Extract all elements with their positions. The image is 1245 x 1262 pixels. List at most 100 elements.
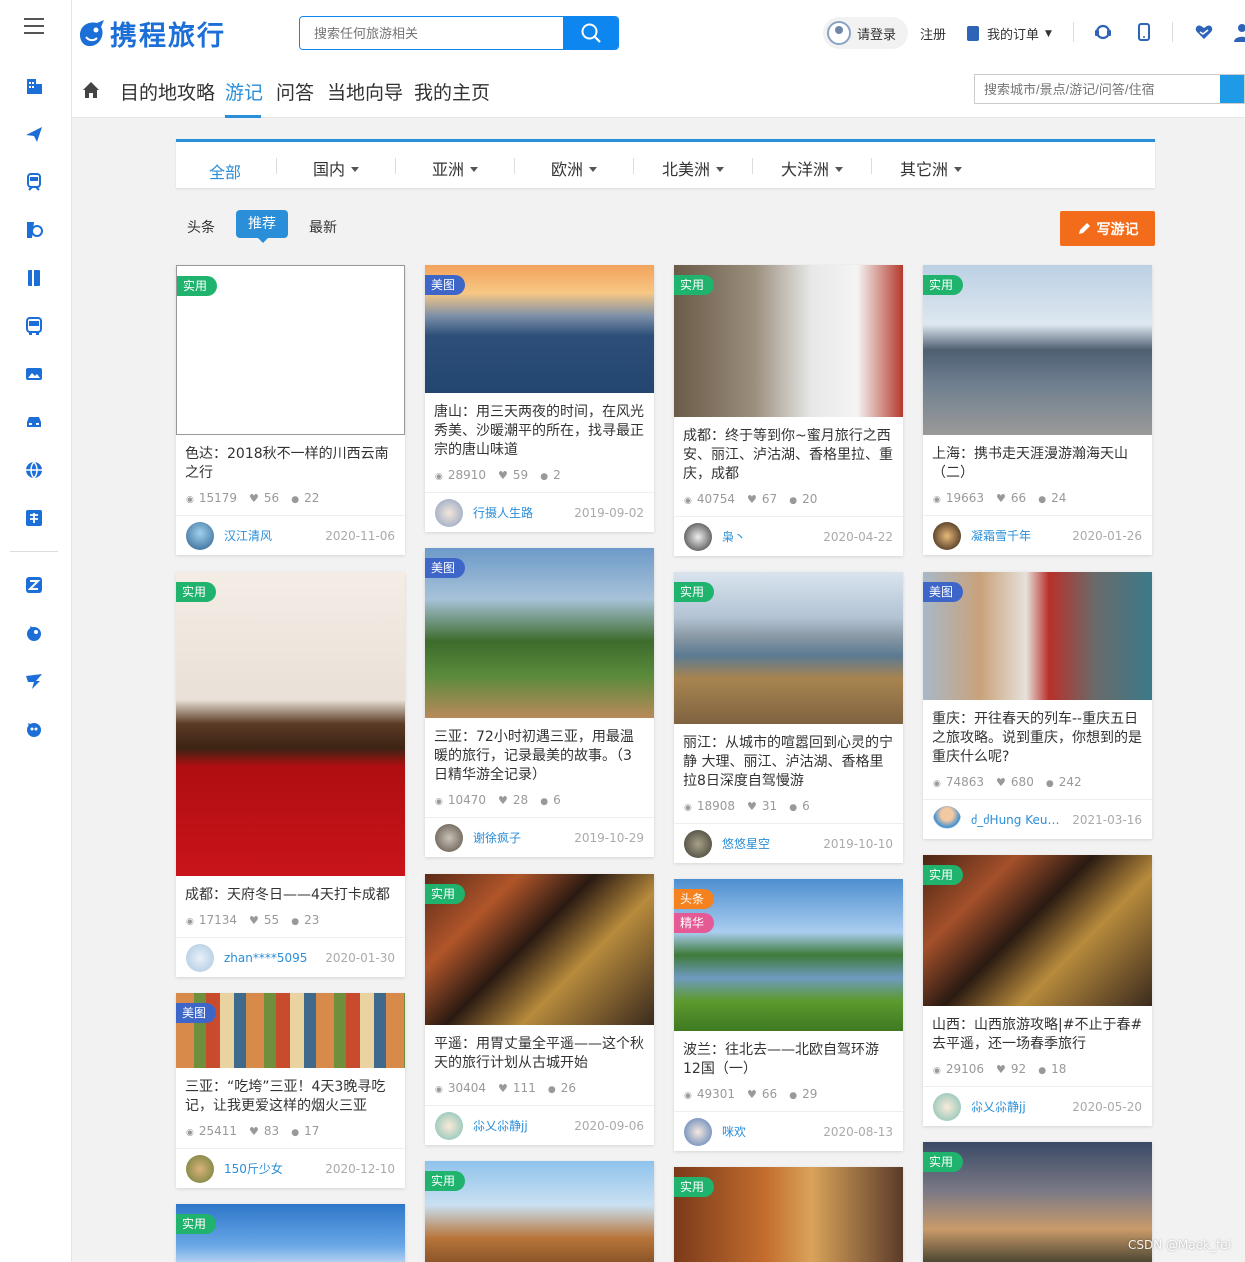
author-avatar[interactable] xyxy=(186,1154,214,1183)
author-avatar[interactable] xyxy=(684,1117,712,1146)
card-title[interactable]: 三亚：72小时初遇三亚，用最温暖的旅行，记录最美的故事。（3日精华游全记录） xyxy=(425,718,654,785)
author-avatar[interactable] xyxy=(684,522,712,551)
sort-tab-headline[interactable]: 头条 xyxy=(187,217,215,237)
author-avatar[interactable] xyxy=(933,805,961,834)
brand-logo[interactable]: 携程旅行 xyxy=(74,14,226,53)
travelogue-card[interactable]: 实用 上海：携书走天涯漫游瀚海天山（二） 19663 66 24 凝霜雪千年 2020… xyxy=(923,265,1152,555)
travelogue-card[interactable]: 实用 丽江：从城市的喧嚣回到心灵的宁静 大理、丽江、泸沽湖、香格里拉8日深度自驾… xyxy=(674,572,903,863)
travelogue-card[interactable]: 实用 成都：终于等到你~蜜月旅行之西安、丽江、泸沽湖、香格里拉、重庆，成都 40… xyxy=(674,265,903,556)
card-title[interactable]: 唐山：用三天两夜的时间，在风光秀美、沙暖潮平的所在，找寻最正宗的唐山味道 xyxy=(425,393,654,460)
author-avatar[interactable] xyxy=(186,521,214,550)
card-title[interactable]: 上海：携书走天涯漫游瀚海天山（二） xyxy=(923,435,1152,483)
card-title[interactable]: 重庆：开往春天的列车--重庆五日之旅攻略。说到重庆，你想到的是重庆什么呢? xyxy=(923,700,1152,767)
city-search-input[interactable] xyxy=(975,75,1220,103)
global-search-input[interactable] xyxy=(300,17,563,49)
z-icon[interactable] xyxy=(23,574,45,596)
register-link[interactable]: 注册 xyxy=(920,24,946,43)
card-title[interactable]: 波兰：往北去——北欧自驾环游12国（一） xyxy=(674,1031,903,1079)
author-name[interactable]: 谢徐疯子 xyxy=(473,829,566,846)
home-icon[interactable] xyxy=(81,80,101,100)
flight-icon[interactable] xyxy=(23,123,45,145)
travelogue-card[interactable]: 实用 xyxy=(674,1167,903,1262)
write-travelogue-button[interactable]: 写游记 xyxy=(1060,211,1155,246)
sort-tab-recommended[interactable]: 推荐 xyxy=(236,210,288,243)
dolphin-icon[interactable] xyxy=(23,622,45,644)
card-title[interactable]: 色达：2018秋不一样的川西云南之行 xyxy=(176,435,405,483)
login-button[interactable]: 请登录 xyxy=(823,17,909,49)
travelogue-card[interactable]: 头条 精华 波兰：往北去——北欧自驾环游12国（一） 49301 66 29 咪欢 2… xyxy=(674,879,903,1151)
bus-icon[interactable] xyxy=(23,315,45,337)
tour-icon[interactable] xyxy=(23,219,45,241)
travelogue-card[interactable]: 实用 xyxy=(923,1142,1152,1262)
nav-destination-guide[interactable]: 目的地攻略 xyxy=(120,78,215,105)
author-name[interactable]: zhan****5095 xyxy=(224,951,317,965)
handshake-heart-icon[interactable] xyxy=(1194,22,1214,42)
author-avatar[interactable] xyxy=(933,1092,961,1121)
travelogue-card[interactable]: 美图 三亚：72小时初遇三亚，用最温暖的旅行，记录最美的故事。（3日精华游全记录… xyxy=(425,548,654,857)
region-tab-other[interactable]: 其它洲 xyxy=(900,156,963,180)
person-icon[interactable] xyxy=(1232,22,1245,42)
author-name[interactable]: 枭丶 xyxy=(722,528,815,545)
author-name[interactable]: 汉江清风 xyxy=(224,527,317,544)
sort-tab-latest[interactable]: 最新 xyxy=(309,217,337,237)
car-icon[interactable] xyxy=(23,411,45,433)
region-tab-all[interactable]: 全部 xyxy=(209,159,241,183)
nav-qa[interactable]: 问答 xyxy=(276,78,314,105)
card-title[interactable]: 三亚：“吃垮”三亚！4天3晚寻吃记，让我更爱这样的烟火三亚 xyxy=(176,1068,405,1116)
author-name[interactable]: 行摄人生路 xyxy=(473,504,566,521)
train-icon[interactable] xyxy=(23,171,45,193)
author-avatar[interactable] xyxy=(435,498,463,527)
card-stats: 10470 28 6 xyxy=(425,785,654,817)
travelogue-card[interactable]: 美图 重庆：开往春天的列车--重庆五日之旅攻略。说到重庆，你想到的是重庆什么呢?… xyxy=(923,572,1152,839)
card-title[interactable]: 成都：天府冬日——4天打卡成都 xyxy=(176,876,405,905)
author-name[interactable]: 尛乂尛静jj xyxy=(971,1098,1064,1115)
nav-my-homepage[interactable]: 我的主页 xyxy=(414,78,490,105)
author-name[interactable]: 150斤少女 xyxy=(224,1160,317,1177)
region-tab-oceania[interactable]: 大洋洲 xyxy=(781,156,844,180)
card-footer: zhan****5095 2020-01-30 xyxy=(176,937,405,977)
like-count: 111 xyxy=(498,1081,536,1095)
global-search-button[interactable] xyxy=(563,17,618,49)
globe-icon[interactable] xyxy=(23,459,45,481)
region-tab-north-america[interactable]: 北美洲 xyxy=(662,156,725,180)
card-title[interactable]: 丽江：从城市的喧嚣回到心灵的宁静 大理、丽江、泸沽湖、香格里拉8日深度自驾慢游 xyxy=(674,724,903,791)
nav-travelogues[interactable]: 游记 xyxy=(225,78,263,105)
guide-book-icon[interactable] xyxy=(23,267,45,289)
author-name[interactable]: 咪欢 xyxy=(722,1123,815,1140)
city-search-button[interactable] xyxy=(1220,75,1244,103)
menu-icon[interactable] xyxy=(24,18,44,36)
author-avatar[interactable] xyxy=(435,1111,463,1140)
travelogue-card[interactable]: 实用 成都：天府冬日——4天打卡成都 17134 55 23 zhan****509… xyxy=(176,572,405,977)
author-name[interactable]: 尛乂尛静jj xyxy=(473,1117,566,1134)
nav-local-guide[interactable]: 当地向导 xyxy=(327,78,403,105)
author-name[interactable]: ძ_ძHung Keun… xyxy=(971,813,1064,827)
author-avatar[interactable] xyxy=(435,823,463,852)
author-avatar[interactable] xyxy=(684,829,712,858)
photo-icon[interactable] xyxy=(23,363,45,385)
travelogue-card[interactable]: 实用 xyxy=(425,1161,654,1262)
customer-service-icon[interactable] xyxy=(1093,22,1113,42)
travelogue-card[interactable]: 实用 色达：2018秋不一样的川西云南之行 15179 56 22 汉江清风 2020… xyxy=(176,265,405,555)
travelogue-card[interactable]: 实用 平遥：用胃丈量全平遥——这个秋天的旅行计划从古城开始 30404 111 26… xyxy=(425,874,654,1145)
author-avatar[interactable] xyxy=(933,521,961,550)
card-title[interactable]: 成都：终于等到你~蜜月旅行之西安、丽江、泸沽湖、香格里拉、重庆，成都 xyxy=(674,417,903,484)
mobile-app-icon[interactable] xyxy=(1134,22,1154,42)
travelogue-card[interactable]: 实用 山西：山西旅游攻略|#不止于春#去平遥，还一场春季旅行 29106 92 18… xyxy=(923,855,1152,1126)
author-name[interactable]: 悠悠星空 xyxy=(722,835,815,852)
author-name[interactable]: 凝霜雪千年 xyxy=(971,527,1064,544)
mascot-icon[interactable] xyxy=(23,718,45,740)
region-tab-europe[interactable]: 欧洲 xyxy=(551,156,598,180)
wing-icon[interactable] xyxy=(23,670,45,692)
my-orders-menu[interactable]: 我的订单 ▼ xyxy=(967,24,1052,43)
card-tag: 实用 xyxy=(425,1171,466,1191)
gift-icon[interactable] xyxy=(23,507,45,529)
travelogue-card[interactable]: 实用 xyxy=(176,1204,405,1262)
author-avatar[interactable] xyxy=(186,943,214,972)
region-tab-domestic[interactable]: 国内 xyxy=(313,156,360,180)
travelogue-card[interactable]: 美图 三亚：“吃垮”三亚！4天3晚寻吃记，让我更爱这样的烟火三亚 25411 83… xyxy=(176,993,405,1188)
region-tab-asia[interactable]: 亚洲 xyxy=(432,156,479,180)
travelogue-card[interactable]: 美图 唐山：用三天两夜的时间，在风光秀美、沙暖潮平的所在，找寻最正宗的唐山味道 … xyxy=(425,265,654,532)
card-title[interactable]: 山西：山西旅游攻略|#不止于春#去平遥，还一场春季旅行 xyxy=(923,1006,1152,1054)
card-title[interactable]: 平遥：用胃丈量全平遥——这个秋天的旅行计划从古城开始 xyxy=(425,1025,654,1073)
hotel-icon[interactable] xyxy=(23,75,45,97)
